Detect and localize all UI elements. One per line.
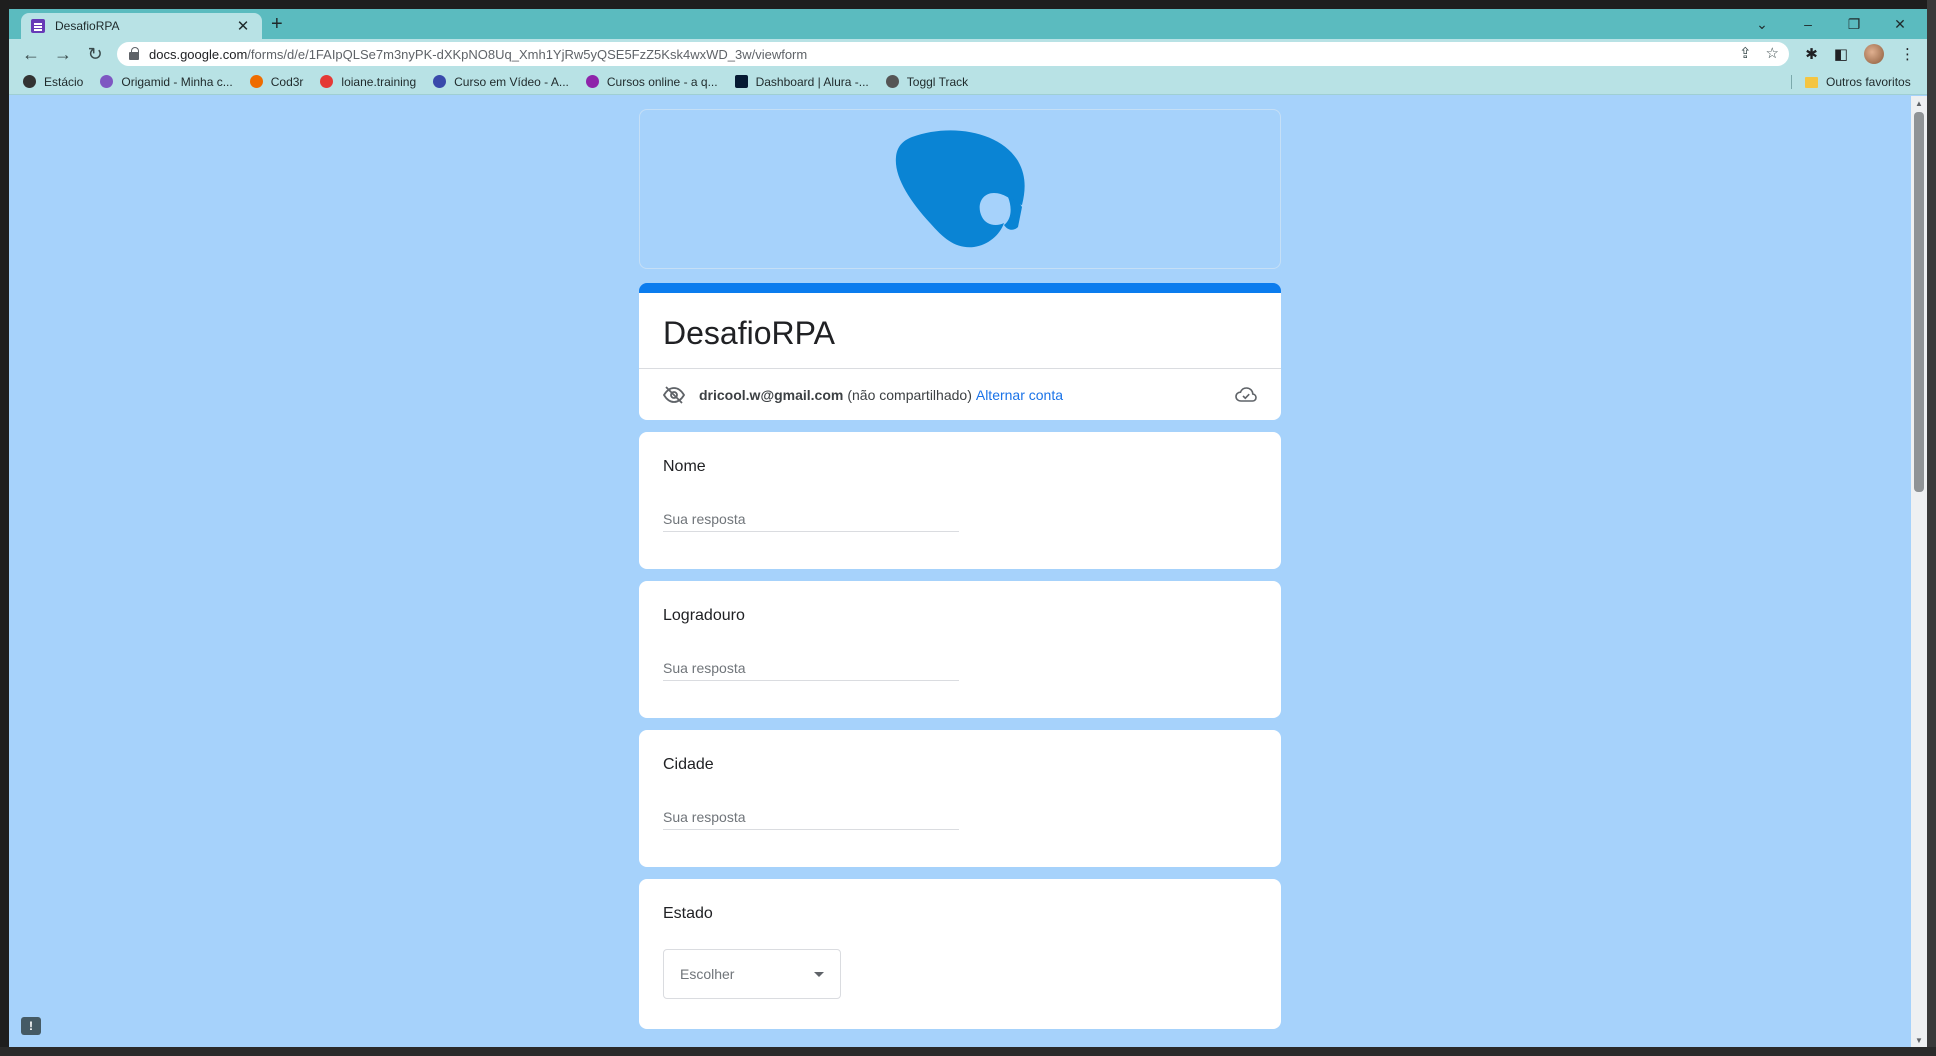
url-text: docs.google.com/forms/d/e/1FAIpQLSe7m3ny…	[149, 46, 808, 62]
side-panel-icon[interactable]: ◧	[1834, 45, 1848, 63]
bookmark-estacio[interactable]: Estácio	[23, 75, 83, 89]
report-feedback-icon[interactable]: !	[21, 1017, 41, 1035]
caret-down-icon	[814, 971, 824, 977]
estado-dropdown[interactable]: Escolher	[663, 949, 841, 999]
bookmark-loiane[interactable]: loiane.training	[320, 75, 416, 89]
bookmarks-separator	[1791, 75, 1792, 89]
origamid-icon	[100, 75, 114, 88]
eye-off-icon	[663, 385, 685, 404]
bookmark-origamid[interactable]: Origamid - Minha c...	[100, 75, 233, 89]
taskbar	[0, 1047, 1936, 1056]
profile-avatar[interactable]	[1864, 44, 1884, 64]
share-icon[interactable]: ⇪	[1739, 44, 1752, 62]
lock-icon	[129, 47, 139, 60]
question-card-cidade: Cidade	[639, 730, 1281, 867]
bookmark-toggl[interactable]: Toggl Track	[885, 75, 968, 89]
minimize-button[interactable]: –	[1785, 9, 1831, 39]
question-card-nome: Nome	[639, 432, 1281, 569]
reload-icon[interactable]: ↻	[79, 39, 111, 69]
browser-toolbar: ← → ↻ docs.google.com/forms/d/e/1FAIpQLS…	[9, 39, 1927, 69]
toggl-icon	[885, 75, 899, 88]
account-note: (não compartilhado)	[847, 386, 972, 403]
question-label: Estado	[663, 905, 713, 922]
bookmark-cod3r[interactable]: Cod3r	[249, 75, 303, 89]
close-window-button[interactable]: ✕	[1877, 9, 1923, 39]
question-label: Cidade	[663, 756, 714, 773]
account-email: dricool.w@gmail.com	[699, 386, 844, 403]
new-tab-button[interactable]: +	[271, 13, 283, 36]
tab-title: DesafioRPA	[55, 19, 120, 33]
form-header-image	[639, 109, 1281, 269]
forward-arrow-icon[interactable]: →	[47, 39, 79, 69]
curso-em-video-icon	[433, 75, 447, 88]
tab-close-button[interactable]: ✕	[234, 17, 252, 35]
bookmark-alura[interactable]: Dashboard | Alura -...	[734, 75, 869, 89]
page-content: DesafioRPA dricool.w@gmail.com (não comp…	[9, 96, 1911, 1047]
alura-icon	[734, 75, 748, 88]
bookmark-cursos-online[interactable]: Cursos online - a q...	[585, 75, 718, 89]
question-card-estado: Estado Escolher	[639, 879, 1281, 1029]
question-label: Nome	[663, 458, 706, 475]
account-row: dricool.w@gmail.com (não compartilhado) …	[639, 368, 1281, 420]
address-bar[interactable]: docs.google.com/forms/d/e/1FAIpQLSe7m3ny…	[117, 42, 1789, 66]
cloud-check-icon[interactable]	[1235, 386, 1257, 403]
angular-icon	[320, 75, 334, 88]
menu-kebab-icon[interactable]: ⋮	[1900, 45, 1915, 63]
browser-window: DesafioRPA ✕ + ⌄ – ❐ ✕ ← → ↻ docs.google…	[9, 9, 1927, 1047]
back-arrow-icon[interactable]: ←	[15, 39, 47, 69]
restore-button[interactable]: ❐	[1831, 9, 1877, 39]
other-bookmarks-folder[interactable]: Outros favoritos	[1805, 69, 1911, 95]
bookmark-star-icon[interactable]: ☆	[1766, 44, 1779, 62]
bookmarks-bar: Estácio Origamid - Minha c... Cod3r loia…	[9, 69, 1927, 95]
cod3r-icon	[249, 75, 263, 88]
desktop-edge	[1927, 0, 1936, 1056]
folder-icon	[1805, 76, 1818, 88]
title-card: DesafioRPA dricool.w@gmail.com (não comp…	[639, 283, 1281, 420]
tab-desafiorpa[interactable]: DesafioRPA ✕	[21, 13, 262, 39]
tab-search-icon[interactable]: ⌄	[1739, 9, 1785, 39]
switch-account-link[interactable]: Alternar conta	[976, 387, 1063, 403]
scroll-down-icon[interactable]: ▼	[1911, 1033, 1927, 1047]
dropdown-selected-value: Escolher	[680, 966, 735, 982]
tab-strip: DesafioRPA ✕ + ⌄ – ❐ ✕	[9, 9, 1927, 39]
answer-input-nome[interactable]	[663, 506, 959, 532]
page-scrollbar[interactable]: ▲ ▼	[1911, 96, 1927, 1047]
form-title: DesafioRPA	[663, 315, 835, 351]
udemy-icon	[585, 75, 599, 88]
extensions-puzzle-icon[interactable]: ✱	[1805, 45, 1818, 63]
forms-icon	[31, 19, 45, 33]
scroll-up-icon[interactable]: ▲	[1911, 96, 1927, 110]
logo-icon	[895, 130, 1025, 248]
answer-input-logradouro[interactable]	[663, 655, 959, 681]
bookmark-curso-em-video[interactable]: Curso em Vídeo - A...	[433, 75, 569, 89]
form-container: DesafioRPA dricool.w@gmail.com (não comp…	[639, 109, 1281, 1029]
answer-input-cidade[interactable]	[663, 804, 959, 830]
question-card-logradouro: Logradouro	[639, 581, 1281, 718]
question-label: Logradouro	[663, 607, 745, 624]
estacio-icon	[23, 75, 36, 88]
scroll-thumb[interactable]	[1914, 112, 1924, 492]
